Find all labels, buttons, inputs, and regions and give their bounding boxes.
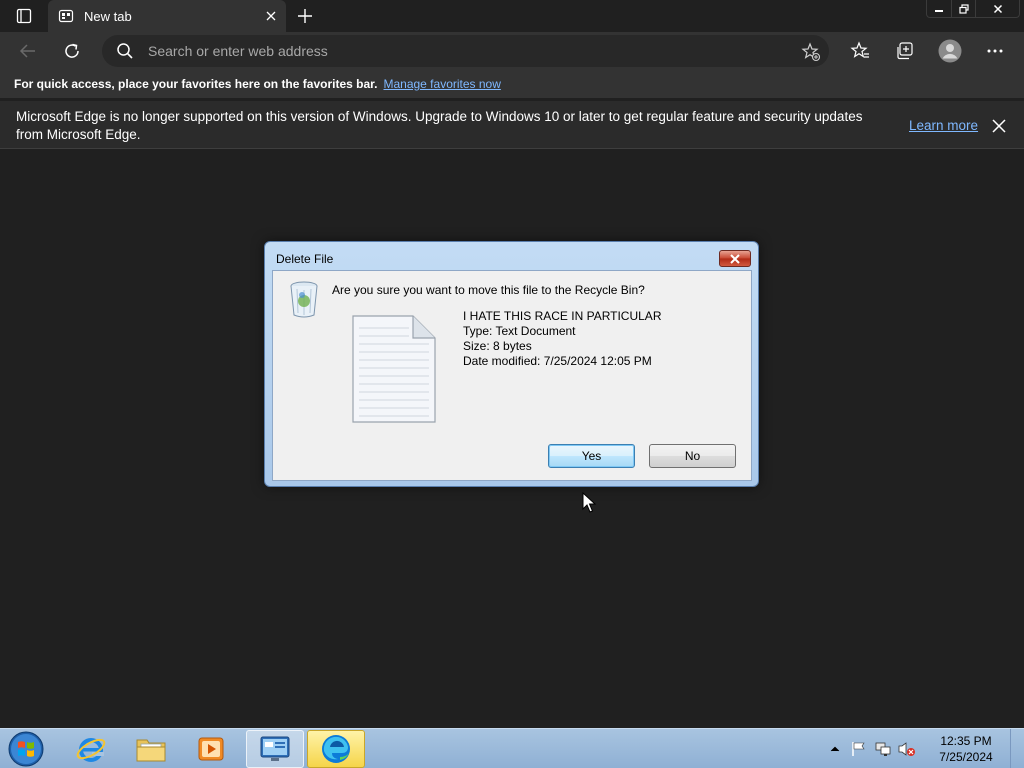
network-icon: [875, 742, 891, 756]
taskbar: 12:35 PM 7/25/2024: [0, 728, 1024, 768]
media-player-icon: [198, 737, 224, 761]
manage-favorites-link[interactable]: Manage favorites now: [383, 77, 500, 91]
learn-more-link[interactable]: Learn more: [909, 118, 978, 133]
start-button[interactable]: [6, 730, 46, 768]
unsupported-os-infobar: Microsoft Edge is no longer supported on…: [0, 101, 1024, 149]
browser-toolbar: [0, 32, 1024, 70]
minimize-icon: [935, 9, 943, 12]
file-details: I HATE THIS RACE IN PARTICULAR Type: Tex…: [463, 309, 661, 369]
minimize-button[interactable]: [927, 0, 951, 17]
windows-start-icon: [8, 731, 44, 767]
text-document-icon: [352, 315, 436, 423]
recycle-bin-icon: [290, 281, 318, 318]
taskbar-internet-explorer[interactable]: [62, 730, 120, 768]
refresh-button[interactable]: [57, 36, 87, 66]
show-hidden-icons-button[interactable]: [826, 740, 844, 758]
collections-icon: [897, 42, 913, 60]
address-input[interactable]: [148, 41, 748, 61]
close-icon: [730, 253, 740, 264]
address-bar[interactable]: [102, 35, 829, 67]
no-button[interactable]: No: [649, 444, 736, 468]
file-name: I HATE THIS RACE IN PARTICULAR: [463, 309, 662, 323]
close-icon[interactable]: [990, 117, 1008, 135]
tab-actions-icon: [16, 8, 32, 24]
microsoft-edge-icon: [322, 735, 350, 763]
taskbar-clock[interactable]: 12:35 PM 7/25/2024: [928, 733, 1004, 765]
close-icon: [993, 4, 1002, 13]
settings-and-more-button[interactable]: [984, 40, 1006, 62]
clock-time: 12:35 PM: [940, 734, 992, 748]
new-tab-page-icon: [58, 8, 74, 24]
volume-muted-icon: [898, 742, 915, 756]
chevron-up-icon: [830, 746, 840, 752]
close-icon: [266, 11, 276, 21]
back-button[interactable]: [13, 36, 43, 66]
flag-icon: [852, 742, 865, 756]
collections-button[interactable]: [894, 40, 916, 62]
refresh-icon: [65, 43, 79, 58]
taskbar-microsoft-edge[interactable]: [307, 730, 365, 768]
favorites-bar-message: For quick access, place your favorites h…: [14, 77, 378, 91]
delete-file-dialog: Delete File Are you sure you want to mov…: [264, 241, 759, 487]
title-bar: New tab: [0, 0, 1024, 32]
plus-icon: [298, 9, 312, 23]
restore-icon: [958, 3, 969, 14]
control-panel-icon: [260, 736, 290, 761]
profile-icon: [938, 39, 962, 63]
internet-explorer-icon: [76, 738, 106, 762]
mouse-cursor-icon: [582, 492, 596, 513]
volume-button[interactable]: [898, 740, 916, 758]
add-favorite-icon[interactable]: [801, 42, 821, 62]
taskbar-media-player[interactable]: [182, 730, 240, 768]
taskbar-control-panel[interactable]: [246, 730, 304, 768]
folder-icon: [136, 739, 166, 762]
favorites-bar: For quick access, place your favorites h…: [0, 70, 1024, 98]
tab-new-tab[interactable]: New tab: [48, 0, 286, 32]
file-type: Type: Text Document: [463, 324, 576, 338]
taskbar-windows-explorer[interactable]: [122, 730, 180, 768]
more-icon: [987, 49, 1003, 53]
network-button[interactable]: [874, 740, 892, 758]
favorites-button[interactable]: [849, 40, 871, 62]
file-date-modified: Date modified: 7/25/2024 12:05 PM: [463, 354, 652, 368]
infobar-message: Microsoft Edge is no longer supported on…: [16, 109, 863, 142]
new-tab-button[interactable]: [292, 4, 318, 28]
close-window-button[interactable]: [975, 0, 1019, 17]
clock-date: 7/25/2024: [939, 750, 993, 764]
delete-confirmation-question: Are you sure you want to move this file …: [332, 283, 645, 297]
dialog-close-button[interactable]: [719, 250, 751, 267]
dialog-title: Delete File: [276, 252, 334, 266]
window-controls: [926, 0, 1020, 18]
back-icon: [19, 44, 35, 58]
action-center-button[interactable]: [850, 740, 868, 758]
system-tray: 12:35 PM 7/25/2024: [826, 729, 1024, 768]
search-icon: [117, 43, 133, 59]
close-tab-button[interactable]: [262, 7, 280, 25]
yes-button[interactable]: Yes: [548, 444, 635, 468]
show-desktop-button[interactable]: [1010, 729, 1024, 768]
profile-button[interactable]: [938, 39, 962, 63]
favorites-icon: [850, 41, 869, 58]
tab-title: New tab: [84, 8, 132, 24]
restore-button[interactable]: [951, 0, 975, 17]
file-size: Size: 8 bytes: [463, 339, 532, 353]
tab-actions-menu-button[interactable]: [0, 0, 48, 32]
dialog-body: Are you sure you want to move this file …: [272, 270, 752, 481]
